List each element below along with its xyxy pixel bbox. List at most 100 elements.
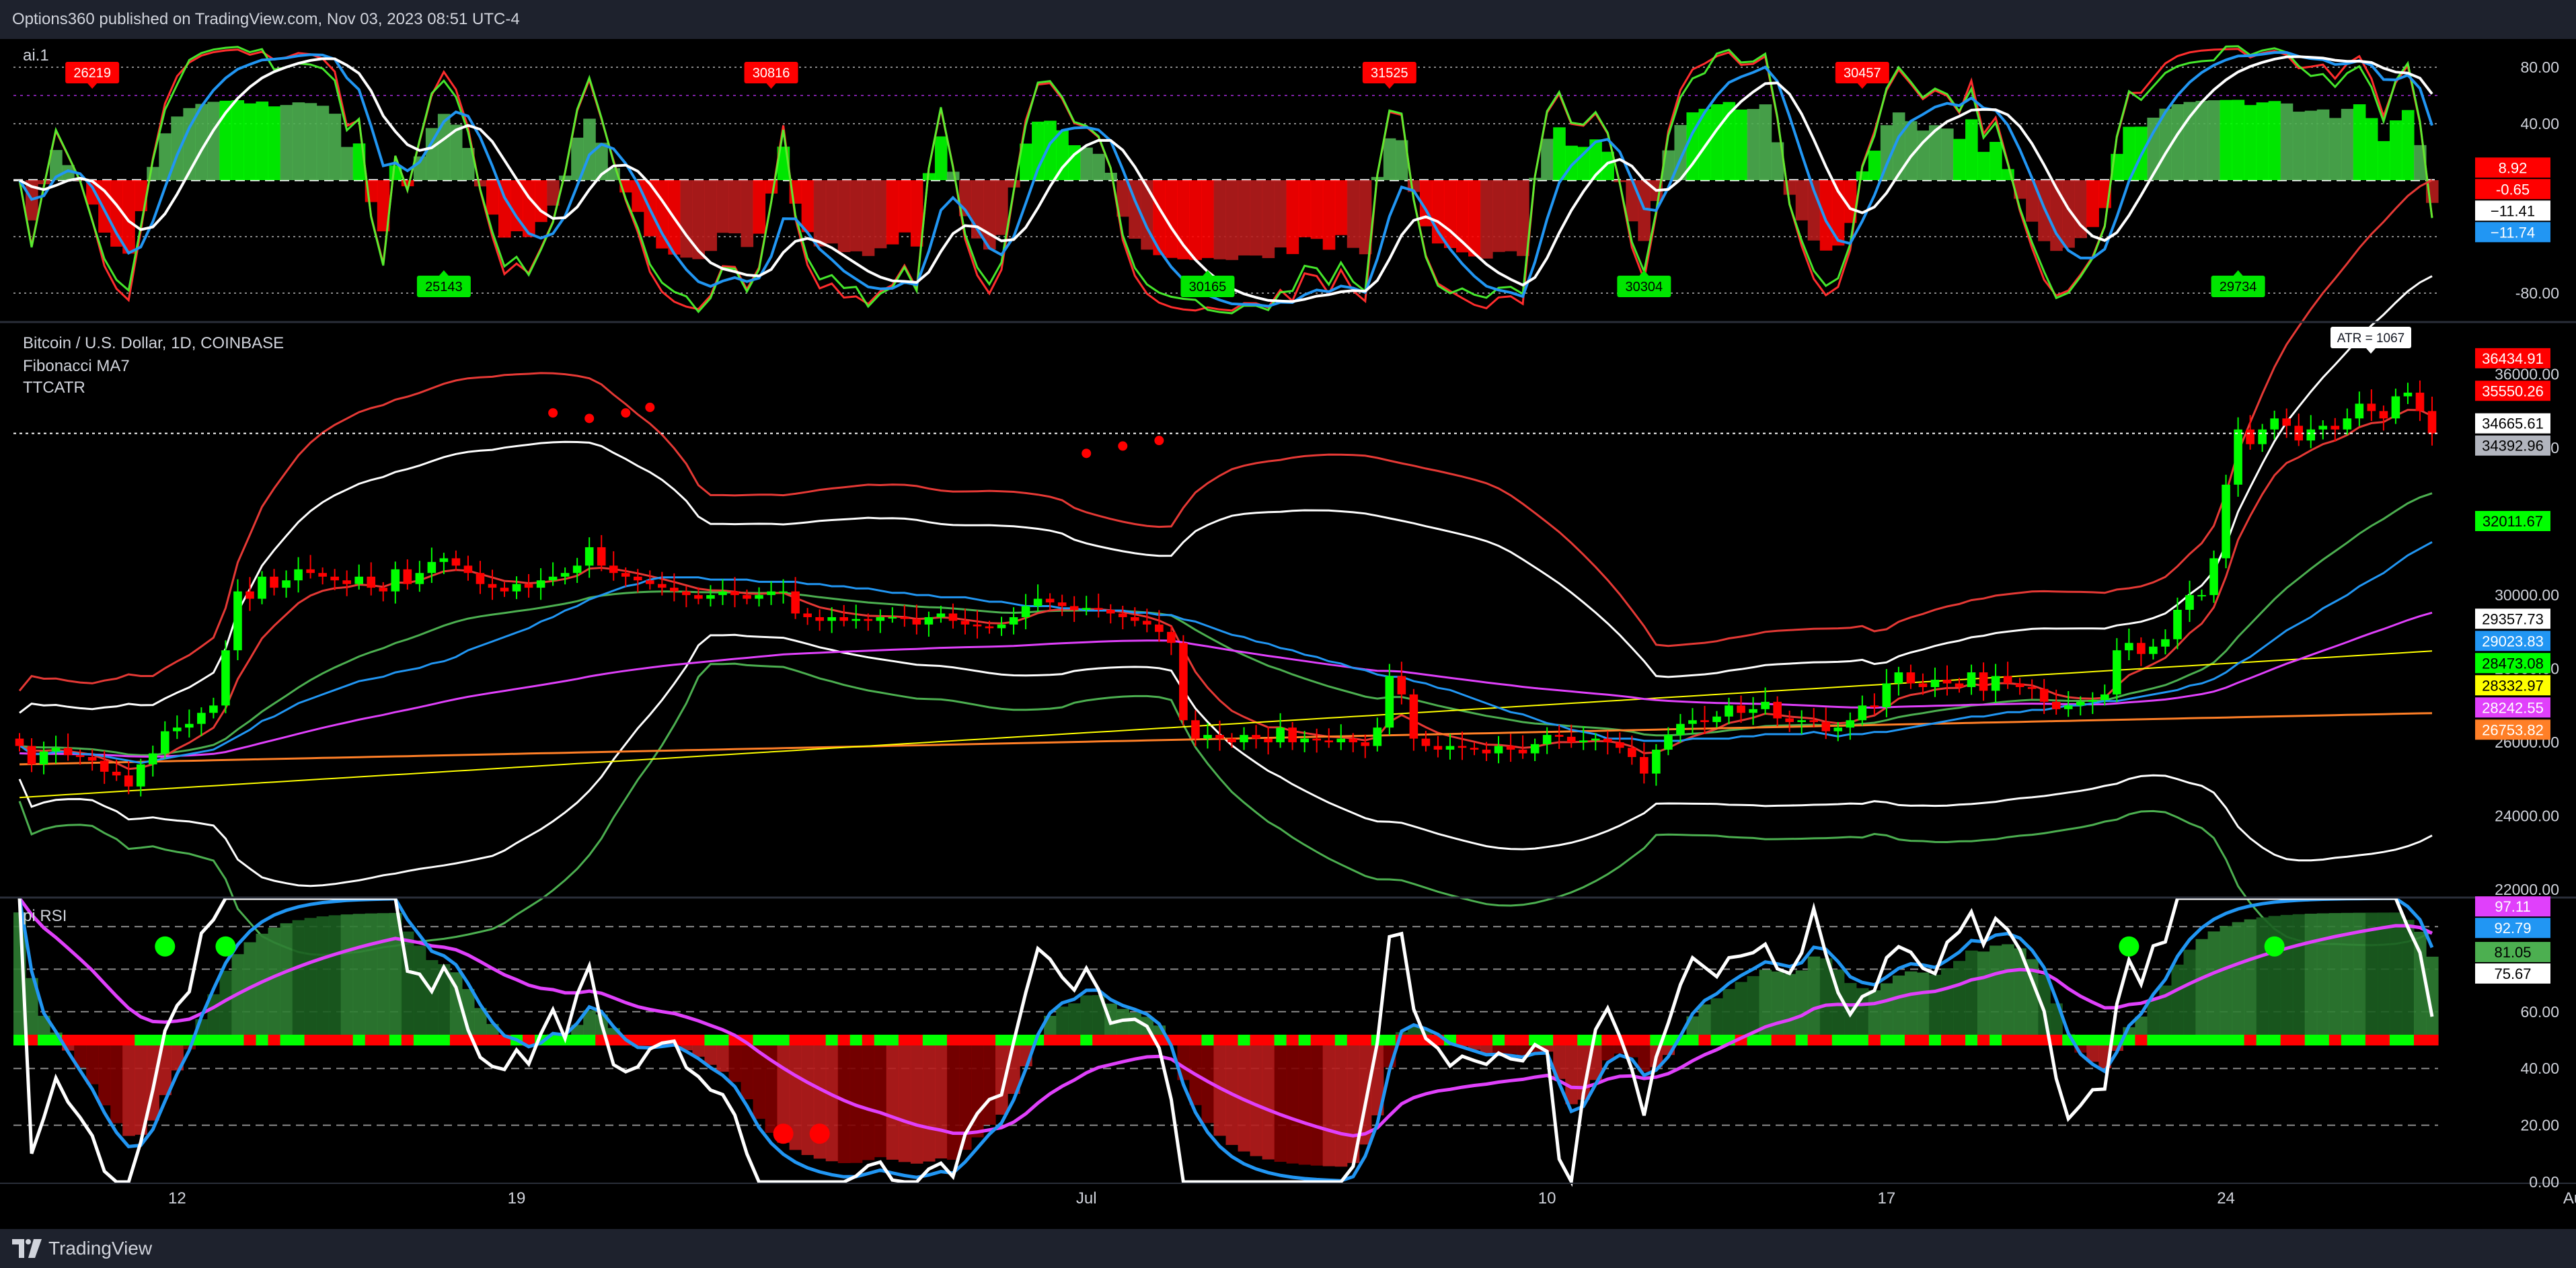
price-candle xyxy=(221,650,230,706)
price-candle xyxy=(1094,608,1103,610)
rsi-mid-strip xyxy=(1541,1035,1554,1045)
rsi-mid-strip xyxy=(813,1035,827,1045)
price-candle xyxy=(548,576,558,581)
price-candle xyxy=(1373,727,1382,746)
rsi-mid-strip xyxy=(1455,1035,1469,1045)
rsi-mid-strip xyxy=(874,1035,887,1045)
price-candle xyxy=(1579,740,1588,743)
price-candle xyxy=(1809,720,1819,722)
rsi-axis-tick: 20.00 xyxy=(2520,1117,2559,1134)
ai-oscillator-pane[interactable]: 2621930816315253045729312294482757725892… xyxy=(13,45,2576,315)
rsi-signal-dot xyxy=(2119,936,2139,957)
price-candle xyxy=(148,753,157,764)
price-candle xyxy=(803,613,812,617)
rsi-mid-strip xyxy=(958,1035,972,1045)
osc-top-tag-pointer xyxy=(1857,83,1867,89)
price-candle xyxy=(1979,672,1988,691)
osc-histogram-bar xyxy=(2292,112,2306,180)
price-candle xyxy=(2003,676,2012,684)
rsi-mid-strip xyxy=(1080,1035,1093,1045)
osc-blue-line xyxy=(18,50,2433,308)
price-value-tag: 28473.08 xyxy=(2482,655,2544,672)
rsi-histogram-bar xyxy=(1238,1040,1251,1152)
osc-histogram-bar xyxy=(2341,108,2354,180)
price-magenta-ma xyxy=(19,611,2433,758)
rsi-axis-tick: 40.00 xyxy=(2520,1060,2559,1077)
price-candle xyxy=(1955,683,1964,687)
price-candle xyxy=(439,558,449,562)
price-candle xyxy=(2318,426,2328,430)
osc-bottom-tag: 25143 xyxy=(425,280,463,294)
pi-rsi-pane[interactable] xyxy=(13,896,2576,1187)
price-candle xyxy=(1131,617,1139,621)
price-value-tag: 32011.67 xyxy=(2483,513,2543,530)
rsi-mid-strip xyxy=(1698,1035,1712,1045)
rsi-mid-strip xyxy=(680,1035,693,1045)
rsi-histogram-bar xyxy=(1735,982,1748,1040)
time-axis-label: 10 xyxy=(1538,1189,1556,1207)
price-value-tag: 36434.91 xyxy=(2482,350,2544,367)
osc-value-tag: −11.41 xyxy=(2491,202,2535,219)
osc-histogram-bar xyxy=(1783,180,1796,195)
rsi-mid-strip xyxy=(1334,1035,1348,1045)
rsi-mid-strip xyxy=(1262,1035,1275,1045)
price-candle xyxy=(2391,396,2400,419)
rsi-histogram-bar xyxy=(910,1040,923,1164)
osc-histogram-bar xyxy=(1965,119,1978,180)
rsi-mid-strip xyxy=(1965,1035,1978,1045)
rsi-histogram-bar xyxy=(946,1040,960,1160)
price-candle xyxy=(2209,558,2218,596)
osc-histogram-bar xyxy=(1213,180,1227,260)
rsi-mid-strip xyxy=(1856,1035,1869,1045)
rsi-mid-strip xyxy=(413,1035,426,1045)
price-candle xyxy=(1749,709,1757,713)
rsi-mid-strip xyxy=(280,1035,293,1045)
rsi-histogram-bar xyxy=(1807,956,1821,1040)
rsi-mid-strip xyxy=(2328,1035,2342,1045)
rsi-mid-strip xyxy=(1565,1035,1578,1045)
rsi-histogram-bar xyxy=(1904,971,1918,1040)
rsi-histogram-bar xyxy=(1916,972,1930,1040)
rsi-mid-strip xyxy=(1492,1035,1505,1045)
rsi-mid-strip xyxy=(1916,1035,1930,1045)
price-candle xyxy=(1591,738,1600,741)
price-candle xyxy=(1106,610,1115,614)
price-candle xyxy=(864,619,873,621)
osc-histogram-bar xyxy=(825,180,839,244)
price-candle xyxy=(924,617,934,625)
rsi-mid-strip xyxy=(849,1035,863,1045)
chart-area[interactable]: 2621930816315253045729312294482757725892… xyxy=(0,39,2576,1229)
osc-histogram-bar xyxy=(2401,110,2415,180)
rsi-histogram-bar xyxy=(765,1040,778,1133)
price-blue-step-ma xyxy=(19,541,2433,764)
rsi-histogram-bar xyxy=(1322,1040,1336,1166)
price-candle xyxy=(294,569,303,581)
osc-histogram-bar xyxy=(1505,180,1517,251)
price-candle xyxy=(1252,735,1260,739)
rsi-mid-strip xyxy=(2280,1035,2294,1045)
rsi-mid-strip xyxy=(352,1035,366,1045)
rsi-signal-dot xyxy=(215,936,236,957)
rsi-mid-strip xyxy=(425,1035,439,1045)
rsi-mid-strip xyxy=(837,1035,851,1045)
rsi-mid-strip xyxy=(801,1035,815,1045)
osc-histogram-bar xyxy=(1189,180,1203,260)
price-candle xyxy=(27,746,36,764)
osc-histogram-bar xyxy=(2244,105,2257,180)
osc-histogram-bar xyxy=(1262,180,1275,258)
rsi-mid-strip xyxy=(777,1035,790,1045)
time-axis[interactable]: 1219Jul101724Aug1421Sep1118Oct91623Nov xyxy=(168,1189,2576,1207)
price-candle xyxy=(1361,742,1370,746)
osc-histogram-bar xyxy=(2353,104,2366,180)
price-candle xyxy=(1797,720,1806,722)
price-candle xyxy=(1167,631,1176,643)
osc-histogram-bar xyxy=(1347,180,1360,248)
rsi-histogram-bar xyxy=(1880,983,1893,1040)
time-axis-label: Aug xyxy=(2563,1189,2576,1207)
rsi-value-tag: 92.79 xyxy=(2494,920,2531,937)
rsi-axis-tick: 60.00 xyxy=(2520,1003,2559,1021)
rsi-mid-strip xyxy=(1880,1035,1893,1045)
price-candle xyxy=(306,569,315,573)
osc-histogram-bar xyxy=(2183,102,2197,180)
rsi-mid-strip xyxy=(122,1035,135,1045)
